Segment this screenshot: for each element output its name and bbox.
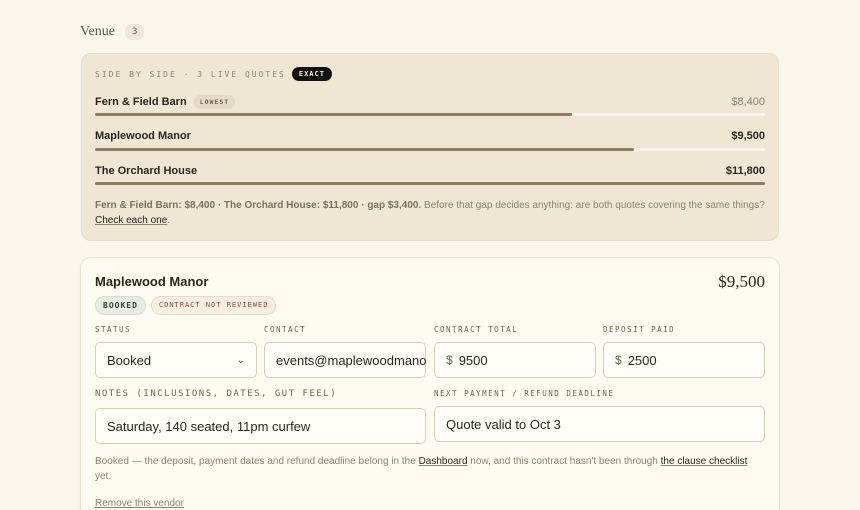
status-value: Booked xyxy=(107,352,152,368)
contract-warning-badge: CONTRACT NOT REVIEWED xyxy=(150,296,277,315)
dollar-icon: $ xyxy=(446,353,453,367)
remove-vendor-link[interactable]: Remove this vendor xyxy=(95,498,184,509)
comparison-header: SIDE BY SIDE · 3 LIVE QUOTES EXACT xyxy=(95,67,332,81)
quote-price: $8,400 xyxy=(731,96,765,108)
vendor-name: Maplewood Manor xyxy=(95,274,209,289)
exact-badge: EXACT xyxy=(291,67,332,81)
notes-input[interactable]: Saturday, 140 seated, 11pm curfew xyxy=(95,408,426,444)
quote-bar-track xyxy=(95,148,765,151)
note-text: Booked — the deposit, payment dates and … xyxy=(95,456,419,467)
deadline-input[interactable]: Quote valid to Oct 3 xyxy=(434,406,765,442)
deadline-label: NEXT PAYMENT / REFUND DEADLINE xyxy=(434,389,615,398)
quote-row: Fern & Field Barn LOWEST $8,400 xyxy=(95,91,765,113)
gap-summary: Fern & Field Barn: $8,400 · The Orchard … xyxy=(95,200,422,211)
contact-input[interactable]: events@maplewoodmanor.com xyxy=(264,342,426,378)
status-label: STATUS xyxy=(95,325,132,334)
section-header: Venue 3 xyxy=(80,24,145,40)
chevron-down-icon: ⌄ xyxy=(236,354,245,366)
clause-checklist-link[interactable]: the clause checklist xyxy=(661,456,748,467)
vendor-count-badge: 3 xyxy=(125,24,145,40)
deposit-paid-input[interactable]: $ 2500 xyxy=(603,342,765,378)
booked-note: Booked — the deposit, payment dates and … xyxy=(95,454,765,484)
gap-question: Before that gap decides anything: are bo… xyxy=(421,200,765,211)
check-each-link[interactable]: Check each one xyxy=(95,215,167,226)
deposit-paid-label: DEPOSIT PAID xyxy=(603,325,676,334)
contact-label: CONTACT xyxy=(264,325,307,334)
vendor-card: Maplewood Manor $9,500 BOOKED CONTRACT N… xyxy=(81,258,779,510)
status-select[interactable]: Booked ⌄ xyxy=(95,342,257,378)
quote-bar-track xyxy=(95,182,765,185)
booked-badge: BOOKED xyxy=(95,296,146,315)
deposit-paid-value: 2500 xyxy=(627,352,657,368)
notes-label: NOTES (INCLUSIONS, DATES, GUT FEEL) xyxy=(95,389,338,399)
note-text: yet. xyxy=(95,471,112,482)
quote-comparison-panel: SIDE BY SIDE · 3 LIVE QUOTES EXACT Fern … xyxy=(81,53,779,241)
notes-value: Saturday, 140 seated, 11pm curfew xyxy=(107,418,311,434)
comparison-label: SIDE BY SIDE · 3 LIVE QUOTES xyxy=(95,69,286,79)
quote-row: The Orchard House $11,800 xyxy=(95,160,765,182)
quote-bar xyxy=(95,148,635,151)
quote-vendor-name: The Orchard House xyxy=(95,165,198,177)
contract-total-value: 9500 xyxy=(458,352,488,368)
quote-bar xyxy=(95,113,573,116)
vendor-price: $9,500 xyxy=(718,272,765,291)
quote-vendor-name: Fern & Field Barn xyxy=(95,96,187,108)
section-title: Venue xyxy=(80,24,115,39)
dashboard-link[interactable]: Dashboard xyxy=(419,456,468,467)
vendor-badges: BOOKED CONTRACT NOT REVIEWED xyxy=(95,296,277,315)
quote-bar xyxy=(95,182,765,185)
quote-vendor-name: Maplewood Manor xyxy=(95,130,191,142)
deadline-value: Quote valid to Oct 3 xyxy=(446,416,561,432)
quote-price: $11,800 xyxy=(725,165,765,177)
note-end: . xyxy=(167,215,171,226)
note-text: now, and this contract hasn't been throu… xyxy=(467,456,661,467)
dollar-icon: $ xyxy=(615,353,622,367)
quote-bar-track xyxy=(95,113,765,116)
quote-price: $9,500 xyxy=(731,130,765,142)
contract-total-label: CONTRACT TOTAL xyxy=(434,325,519,334)
quote-row: Maplewood Manor $9,500 xyxy=(95,125,765,147)
comparison-note: Fern & Field Barn: $8,400 · The Orchard … xyxy=(95,198,765,228)
lowest-badge: LOWEST xyxy=(193,95,236,109)
contract-total-input[interactable]: $ 9500 xyxy=(434,342,596,378)
contact-value: events@maplewoodmanor.com xyxy=(276,352,426,368)
